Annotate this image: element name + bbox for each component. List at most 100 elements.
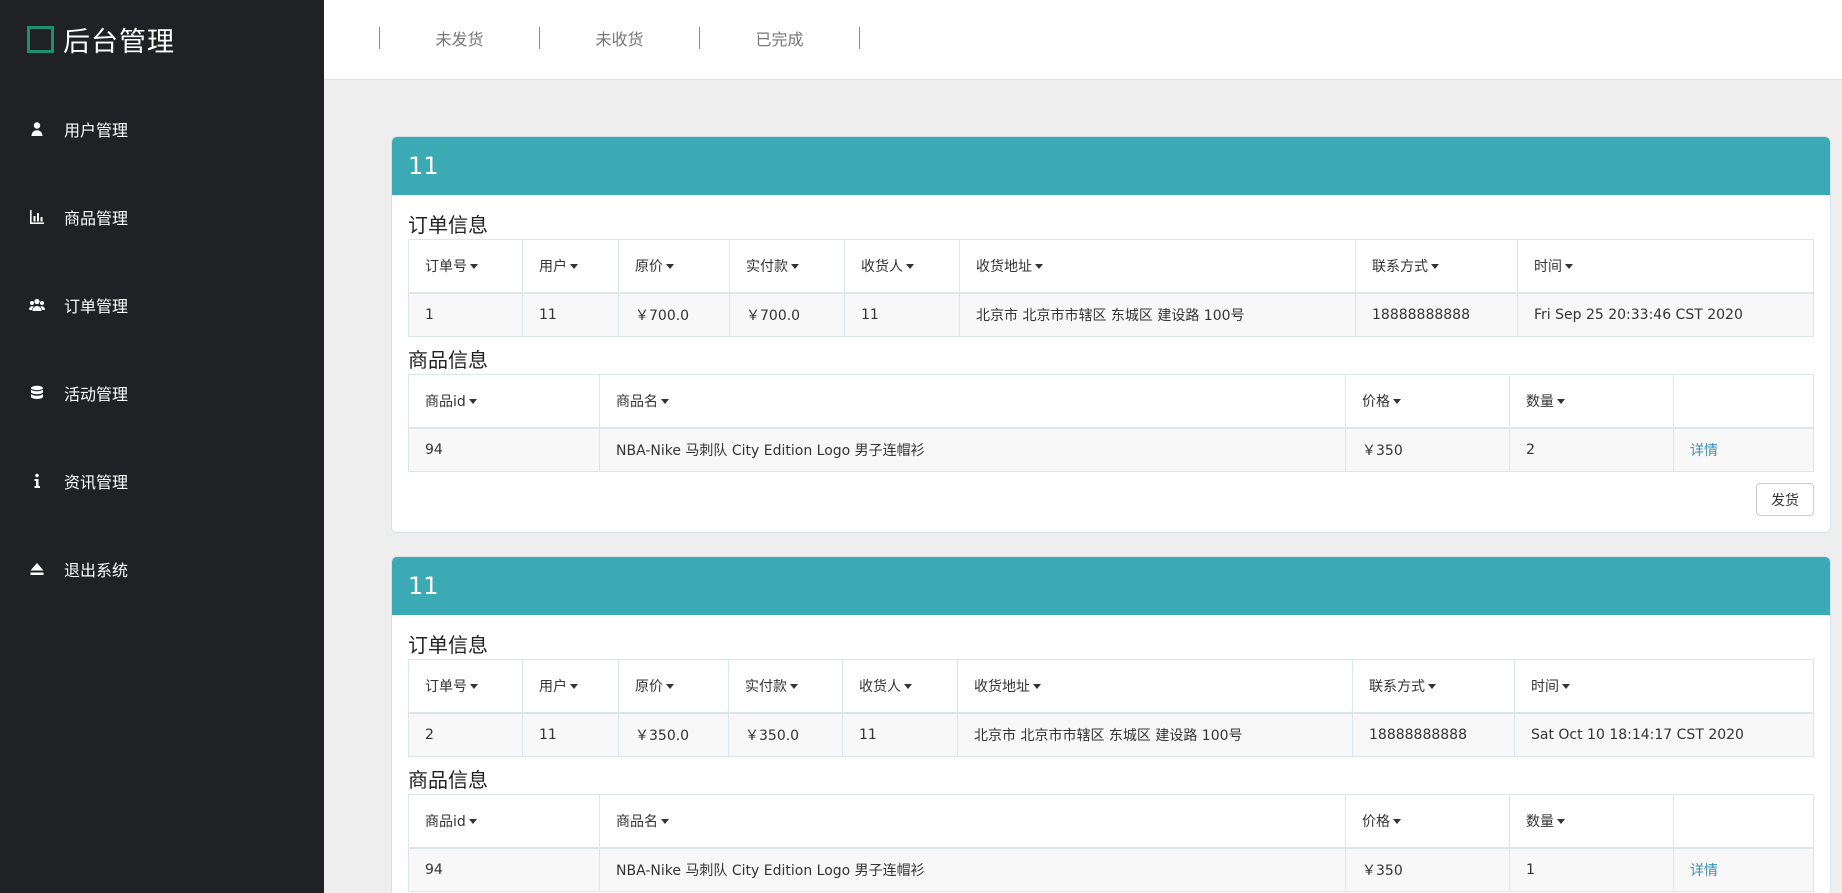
detail-cell: 详情 [1673,847,1814,892]
sidebar-item-products[interactable]: 商品管理 [0,173,324,261]
tab-unshipped[interactable]: 未发货 [380,26,539,50]
sidebar-item-label: 用户管理 [64,121,129,140]
original-price-cell: ￥700.0 [618,292,730,337]
detail-link[interactable]: 详情 [1690,863,1718,879]
sidebar-item-logout[interactable]: 退出系统 [0,525,324,613]
caret-down-icon [1393,399,1401,405]
column-header[interactable]: 订单号 [408,239,523,294]
eject-icon [28,560,46,578]
app-title: 后台管理 [63,26,175,58]
caret-down-icon [1033,684,1041,690]
caret-down-icon [1428,684,1436,690]
column-header[interactable]: 联系方式 [1355,239,1518,294]
column-header[interactable]: 价格 [1345,794,1510,849]
caret-down-icon [1565,264,1573,270]
order-id-cell: 1 [408,292,523,337]
caret-down-icon [570,264,578,270]
column-header[interactable]: 联系方式 [1352,659,1515,714]
database-icon [28,384,46,402]
sidebar-item-orders[interactable]: 订单管理 [0,261,324,349]
column-header[interactable]: 收货地址 [957,659,1353,714]
product-info-table: 商品id 商品名 价格 数量 94 NBA-Nike 马刺队 City Edit… [408,374,1814,472]
caret-down-icon [1393,819,1401,825]
column-header[interactable]: 原价 [618,659,729,714]
quantity-cell: 2 [1509,427,1674,472]
sidebar-nav: 用户管理 商品管理 订单管理 活动管理 资讯管理 退出系统 [0,85,324,613]
product-info-heading: 商品信息 [408,348,488,372]
caret-down-icon [791,264,799,270]
column-header[interactable]: 商品名 [599,374,1346,429]
table-header-row: 订单号 用户 原价 实付款 收货人 收货地址 联系方式 时间 [408,659,1814,714]
column-header[interactable]: 收货人 [844,239,960,294]
sidebar-item-label: 资讯管理 [64,473,129,492]
order-panel: 11 订单信息 订单号 用户 原价 实付款 收货人 收货地址 联系方式 时间 1… [391,136,1831,533]
detail-cell: 详情 [1673,427,1814,472]
column-header[interactable]: 商品id [408,374,600,429]
caret-down-icon [1035,264,1043,270]
tab-completed[interactable]: 已完成 [700,26,859,50]
table-header-row: 商品id 商品名 价格 数量 [408,794,1814,849]
product-name-cell: NBA-Nike 马刺队 City Edition Logo 男子连帽衫 [599,847,1346,892]
caret-down-icon [468,819,477,825]
column-header [1673,794,1814,849]
column-header[interactable]: 时间 [1514,659,1814,714]
column-header[interactable]: 原价 [618,239,730,294]
caret-down-icon [906,264,914,270]
user-cell: 11 [522,292,619,337]
top-bar: 未发货 未收货 已完成 [324,0,1842,80]
column-header[interactable]: 用户 [522,239,619,294]
product-id-cell: 94 [408,847,600,892]
price-cell: ￥350 [1345,427,1510,472]
sidebar-item-activities[interactable]: 活动管理 [0,349,324,437]
column-header[interactable]: 实付款 [728,659,843,714]
caret-down-icon [1557,399,1565,405]
caret-down-icon [570,684,578,690]
column-header[interactable]: 收货人 [842,659,958,714]
phone-cell: 18888888888 [1352,712,1515,757]
product-name-cell: NBA-Nike 马刺队 City Edition Logo 男子连帽衫 [599,427,1346,472]
order-id-cell: 2 [408,712,523,757]
column-header[interactable]: 商品id [408,794,600,849]
column-header[interactable]: 订单号 [408,659,523,714]
address-cell: 北京市 北京市市辖区 东城区 建设路 100号 [957,712,1353,757]
sidebar-item-users[interactable]: 用户管理 [0,85,324,173]
caret-down-icon [468,399,477,405]
price-cell: ￥350 [1345,847,1510,892]
sidebar-item-label: 商品管理 [64,209,129,228]
column-header[interactable]: 数量 [1509,374,1674,429]
caret-down-icon [790,684,798,690]
panel-title: 11 [392,557,1830,615]
table-row: 94 NBA-Nike 马刺队 City Edition Logo 男子连帽衫 … [408,427,1814,472]
table-header-row: 订单号 用户 原价 实付款 收货人 收货地址 联系方式 时间 [408,239,1814,294]
column-header[interactable]: 用户 [522,659,619,714]
order-list: 11 订单信息 订单号 用户 原价 实付款 收货人 收货地址 联系方式 时间 1… [391,136,1831,893]
product-info-heading: 商品信息 [408,768,488,792]
table-header-row: 商品id 商品名 价格 数量 [408,374,1814,429]
order-info-heading: 订单信息 [408,633,488,657]
column-header[interactable]: 实付款 [729,239,845,294]
original-price-cell: ￥350.0 [618,712,729,757]
product-info-table: 商品id 商品名 价格 数量 94 NBA-Nike 马刺队 City Edit… [408,794,1814,892]
sidebar-item-news[interactable]: 资讯管理 [0,437,324,525]
ship-button[interactable]: 发货 [1756,483,1814,516]
column-header[interactable]: 数量 [1509,794,1674,849]
caret-down-icon [661,819,669,825]
detail-link[interactable]: 详情 [1690,443,1718,459]
receiver-cell: 11 [844,292,960,337]
tab-divider [859,27,860,49]
user-icon [28,120,46,138]
address-cell: 北京市 北京市市辖区 东城区 建设路 100号 [959,292,1356,337]
phone-cell: 18888888888 [1355,292,1518,337]
tab-unreceived[interactable]: 未收货 [540,26,699,50]
app-logo: 后台管理 [27,22,175,58]
time-cell: Fri Sep 25 20:33:46 CST 2020 [1517,292,1814,337]
caret-down-icon [661,399,669,405]
order-info-table: 订单号 用户 原价 实付款 收货人 收货地址 联系方式 时间 2 11 ￥350… [408,659,1814,757]
caret-down-icon [470,264,478,270]
order-info-heading: 订单信息 [408,213,488,237]
column-header[interactable]: 价格 [1345,374,1510,429]
table-row: 94 NBA-Nike 马刺队 City Edition Logo 男子连帽衫 … [408,847,1814,892]
column-header[interactable]: 商品名 [599,794,1346,849]
column-header[interactable]: 收货地址 [959,239,1356,294]
column-header[interactable]: 时间 [1517,239,1814,294]
